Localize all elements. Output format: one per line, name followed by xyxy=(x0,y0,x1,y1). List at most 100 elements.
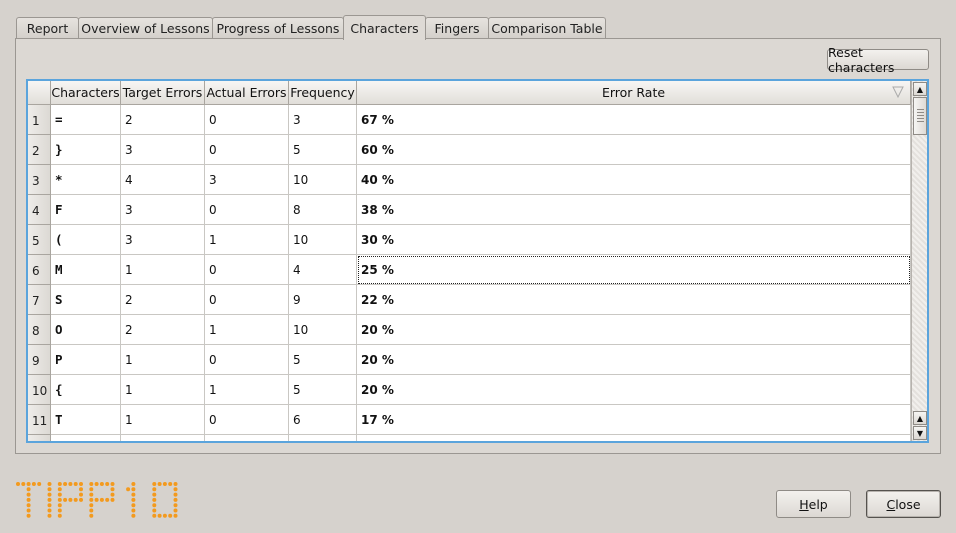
row-number[interactable]: 1 xyxy=(28,105,51,135)
cell-actual-errors[interactable]: 3 xyxy=(205,165,289,195)
cell-frequency[interactable] xyxy=(289,435,357,441)
cell-error-rate[interactable]: 20 % xyxy=(357,345,911,375)
cell-character[interactable]: F xyxy=(51,195,121,225)
column-header-characters[interactable]: Characters xyxy=(51,81,121,105)
cell-target-errors[interactable]: 4 xyxy=(121,165,205,195)
cell-actual-errors[interactable]: 0 xyxy=(205,135,289,165)
cell-character[interactable]: S xyxy=(51,285,121,315)
cell-target-errors[interactable]: 1 xyxy=(121,405,205,435)
cell-character[interactable]: { xyxy=(51,375,121,405)
cell-frequency[interactable]: 4 xyxy=(289,255,357,285)
row-number[interactable]: 5 xyxy=(28,225,51,255)
cell-actual-errors[interactable]: 1 xyxy=(205,225,289,255)
table-row[interactable]: 2} 3 0 5 60 % xyxy=(28,135,911,165)
cell-character[interactable] xyxy=(51,435,121,441)
tab-report[interactable]: Report xyxy=(16,17,79,39)
row-number[interactable]: 9 xyxy=(28,345,51,375)
cell-actual-errors[interactable]: 0 xyxy=(205,285,289,315)
column-header-target-errors[interactable]: Target Errors xyxy=(121,81,205,105)
cell-frequency[interactable]: 5 xyxy=(289,135,357,165)
help-button[interactable]: Help xyxy=(776,490,851,518)
table-corner[interactable] xyxy=(28,81,51,105)
table-row[interactable]: 3 * 4 3 10 40 % xyxy=(28,165,911,195)
characters-table[interactable]: Characters Target Errors Actual Errors F… xyxy=(26,79,929,443)
cell-target-errors[interactable]: 1 xyxy=(121,255,205,285)
cell-character[interactable]: } xyxy=(51,135,121,165)
row-number[interactable]: 10 xyxy=(28,375,51,405)
cell-frequency[interactable]: 10 xyxy=(289,225,357,255)
cell-error-rate[interactable]: 20 % xyxy=(357,375,911,405)
scrollbar-thumb[interactable] xyxy=(913,97,927,135)
table-row[interactable]: 7 S 2 0 9 22 % xyxy=(28,285,911,315)
cell-target-errors[interactable]: 2 xyxy=(121,315,205,345)
cell-actual-errors[interactable]: 0 xyxy=(205,195,289,225)
cell-actual-errors[interactable]: 0 xyxy=(205,255,289,285)
scroll-up-arrow-icon[interactable]: ▲ xyxy=(913,411,927,425)
scroll-down-arrow-icon[interactable]: ▼ xyxy=(913,426,927,440)
cell-error-rate[interactable]: 38 % xyxy=(357,195,911,225)
cell-actual-errors[interactable]: 0 xyxy=(205,105,289,135)
cell-frequency[interactable]: 9 xyxy=(289,285,357,315)
cell-frequency[interactable]: 5 xyxy=(289,375,357,405)
cell-frequency[interactable]: 10 xyxy=(289,315,357,345)
tab-progress-of-lessons[interactable]: Progress of Lessons xyxy=(212,17,344,39)
row-number[interactable]: 3 xyxy=(28,165,51,195)
cell-character[interactable]: ( xyxy=(51,225,121,255)
cell-actual-errors[interactable]: 1 xyxy=(205,375,289,405)
cell-target-errors[interactable]: 1 xyxy=(121,375,205,405)
column-header-actual-errors[interactable]: Actual Errors xyxy=(205,81,289,105)
cell-error-rate[interactable]: 67 % xyxy=(357,105,911,135)
row-number[interactable]: 7 xyxy=(28,285,51,315)
row-number[interactable]: 6 xyxy=(28,255,51,285)
table-row[interactable]: 5(3 1 10 30 % xyxy=(28,225,911,255)
table-row[interactable]: 4 F 3 0 8 38 % xyxy=(28,195,911,225)
table-row[interactable]: 1 = 2 0 3 67 % xyxy=(28,105,911,135)
table-row[interactable]: 11 T 1 0 6 17 % xyxy=(28,405,911,435)
column-header-error-rate[interactable]: Error Rate xyxy=(357,81,911,105)
cell-character[interactable]: M xyxy=(51,255,121,285)
table-row[interactable]: 10{1 1 5 20 % xyxy=(28,375,911,405)
cell-error-rate[interactable]: 25 % xyxy=(357,255,911,285)
cell-character[interactable]: P xyxy=(51,345,121,375)
tab-overview-of-lessons[interactable]: Overview of Lessons xyxy=(78,17,213,39)
cell-error-rate[interactable]: 30 % xyxy=(357,225,911,255)
cell-actual-errors[interactable]: 0 xyxy=(205,405,289,435)
tab-comparison-table[interactable]: Comparison Table xyxy=(488,17,606,39)
cell-actual-errors[interactable]: 0 xyxy=(205,345,289,375)
cell-actual-errors[interactable] xyxy=(205,435,289,441)
vertical-scrollbar[interactable]: ▲ ▲ ▼ xyxy=(911,81,927,441)
row-number[interactable]: 4 xyxy=(28,195,51,225)
cell-error-rate[interactable]: 22 % xyxy=(357,285,911,315)
cell-character[interactable]: T xyxy=(51,405,121,435)
cell-target-errors[interactable] xyxy=(121,435,205,441)
table-row[interactable]: 6 M 1 0 4 25 % xyxy=(28,255,911,285)
reset-characters-button[interactable]: Reset characters xyxy=(827,45,929,75)
tab-characters[interactable]: Characters xyxy=(343,15,426,40)
close-button[interactable]: Close xyxy=(866,490,941,518)
cell-character[interactable]: * xyxy=(51,165,121,195)
row-number[interactable] xyxy=(28,435,51,441)
cell-character[interactable]: = xyxy=(51,105,121,135)
cell-error-rate[interactable] xyxy=(357,435,911,441)
table-row[interactable]: 9 P 1 0 5 20 % xyxy=(28,345,911,375)
row-number[interactable]: 2 xyxy=(28,135,51,165)
row-number[interactable]: 11 xyxy=(28,405,51,435)
cell-actual-errors[interactable]: 1 xyxy=(205,315,289,345)
tab-fingers[interactable]: Fingers xyxy=(425,17,489,39)
cell-target-errors[interactable]: 3 xyxy=(121,195,205,225)
cell-target-errors[interactable]: 1 xyxy=(121,345,205,375)
scroll-up-arrow-icon[interactable]: ▲ xyxy=(913,82,927,96)
cell-frequency[interactable]: 3 xyxy=(289,105,357,135)
cell-target-errors[interactable]: 3 xyxy=(121,135,205,165)
cell-target-errors[interactable]: 2 xyxy=(121,285,205,315)
cell-error-rate[interactable]: 60 % xyxy=(357,135,911,165)
cell-frequency[interactable]: 8 xyxy=(289,195,357,225)
column-header-frequency[interactable]: Frequency xyxy=(289,81,357,105)
cell-error-rate[interactable]: 20 % xyxy=(357,315,911,345)
cell-frequency[interactable]: 6 xyxy=(289,405,357,435)
cell-target-errors[interactable]: 2 xyxy=(121,105,205,135)
cell-error-rate[interactable]: 17 % xyxy=(357,405,911,435)
cell-frequency[interactable]: 5 xyxy=(289,345,357,375)
table-row[interactable] xyxy=(28,435,911,441)
row-number[interactable]: 8 xyxy=(28,315,51,345)
